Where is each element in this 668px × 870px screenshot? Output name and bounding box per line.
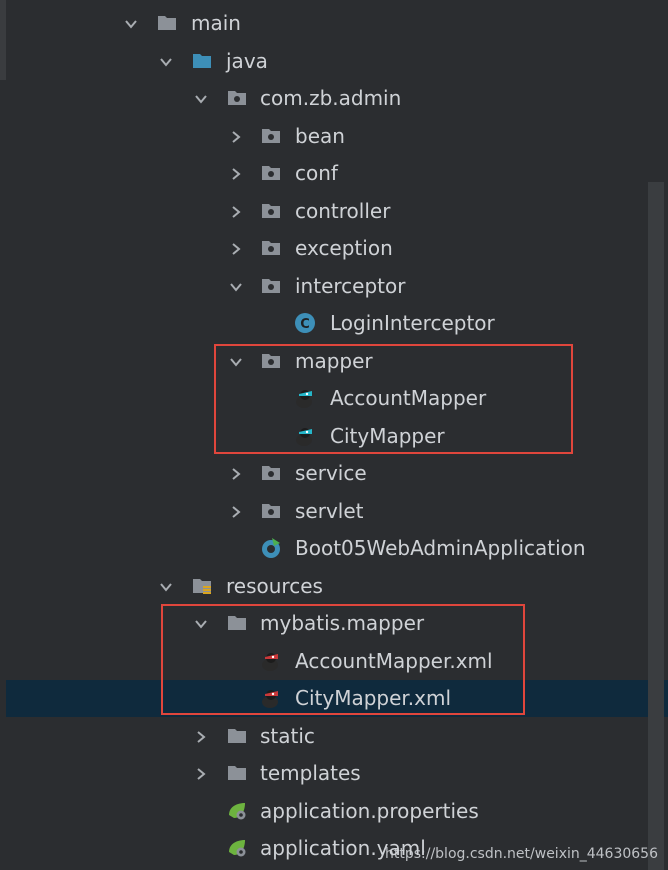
package-icon xyxy=(260,350,282,372)
tree-item-main[interactable]: main xyxy=(6,5,668,42)
tree-item-label: interceptor xyxy=(295,273,406,298)
mybatis-xml-icon xyxy=(260,650,282,672)
mybatis-mapper-icon xyxy=(294,387,316,409)
package-icon xyxy=(260,462,282,484)
package-icon xyxy=(260,237,282,259)
project-tree[interactable]: main java com.zb.admin bean conf controller ex… xyxy=(6,0,668,870)
tree-item-label: CityMapper.xml xyxy=(295,686,452,710)
tree-item-boot05webadminapplication[interactable]: Boot05WebAdminApplication xyxy=(6,530,668,567)
tree-item-label: main xyxy=(191,11,241,35)
tree-item-label: java xyxy=(226,48,268,73)
tree-item-label: CityMapper xyxy=(330,423,445,448)
chevron-right-icon[interactable] xyxy=(229,167,243,181)
chevron-right-icon[interactable] xyxy=(229,467,243,481)
spring-config-icon xyxy=(226,837,248,859)
tree-item-mybatis-mapper[interactable]: mybatis.mapper xyxy=(6,605,668,642)
tree-item-accountmapper-xml[interactable]: AccountMapper.xml xyxy=(6,643,668,680)
source-folder-icon xyxy=(191,50,213,72)
chevron-down-icon[interactable] xyxy=(159,55,173,69)
folder-icon xyxy=(226,762,248,784)
tree-item-label: com.zb.admin xyxy=(260,86,402,110)
chevron-down-icon[interactable] xyxy=(159,580,173,594)
chevron-down-icon[interactable] xyxy=(124,17,138,31)
tree-item-label: LoginInterceptor xyxy=(330,311,495,335)
tree-item-resources[interactable]: resources xyxy=(6,568,668,605)
tree-item-label: AccountMapper xyxy=(330,386,487,410)
resources-folder-icon xyxy=(191,575,213,597)
chevron-down-icon[interactable] xyxy=(229,355,243,369)
tree-item-label: service xyxy=(295,461,367,485)
package-icon xyxy=(260,200,282,222)
package-icon xyxy=(260,162,282,184)
tree-item-label: conf xyxy=(295,161,338,185)
package-icon xyxy=(260,500,282,522)
tree-item-label: mybatis.mapper xyxy=(260,611,425,635)
chevron-down-icon[interactable] xyxy=(194,92,208,106)
chevron-right-icon[interactable] xyxy=(194,767,208,781)
chevron-right-icon[interactable] xyxy=(229,242,243,256)
tree-item-label: servlet xyxy=(295,498,364,523)
watermark-text: https://blog.csdn.net/weixin_44630656 xyxy=(384,846,658,862)
tree-item-label: Boot05WebAdminApplication xyxy=(295,536,586,560)
tree-item-interceptor[interactable]: interceptor xyxy=(6,268,668,305)
tree-item-exception[interactable]: exception xyxy=(6,230,668,267)
tree-item-label: exception xyxy=(295,236,393,260)
folder-icon xyxy=(226,725,248,747)
tree-item-conf[interactable]: conf xyxy=(6,155,668,192)
tree-item-service[interactable]: service xyxy=(6,455,668,492)
tree-item-label: AccountMapper.xml xyxy=(295,648,493,673)
tree-item-label: mapper xyxy=(295,348,373,373)
tree-item-accountmapper[interactable]: AccountMapper xyxy=(6,380,668,417)
tree-item-java[interactable]: java xyxy=(6,43,668,80)
tree-item-templates[interactable]: templates xyxy=(6,755,668,792)
spring-config-icon xyxy=(226,800,248,822)
tree-item-label: resources xyxy=(226,573,323,598)
tree-item-label: static xyxy=(260,723,315,748)
package-icon xyxy=(226,87,248,109)
vertical-scrollbar[interactable] xyxy=(648,182,664,870)
java-class-icon: C xyxy=(294,312,316,334)
tree-item-mapper[interactable]: mapper xyxy=(6,343,668,380)
chevron-down-icon[interactable] xyxy=(194,617,208,631)
chevron-right-icon[interactable] xyxy=(229,130,243,144)
mybatis-xml-icon xyxy=(260,687,282,709)
tree-item-label: bean xyxy=(295,123,345,148)
tree-item-logininterceptor[interactable]: C LoginInterceptor xyxy=(6,305,668,342)
package-icon xyxy=(260,125,282,147)
tree-item-controller[interactable]: controller xyxy=(6,193,668,230)
tree-item-application-properties[interactable]: application.properties xyxy=(6,793,668,830)
tree-item-static[interactable]: static xyxy=(6,718,668,755)
tree-item-label: controller xyxy=(295,198,391,223)
spring-boot-app-icon xyxy=(260,537,282,559)
tree-item-citymapper[interactable]: CityMapper xyxy=(6,418,668,455)
tree-item-label: templates xyxy=(260,761,361,785)
tree-item-com-zb-admin[interactable]: com.zb.admin xyxy=(6,80,668,117)
tree-item-citymapper-xml[interactable]: CityMapper.xml xyxy=(6,680,668,717)
folder-icon xyxy=(226,612,248,634)
chevron-right-icon[interactable] xyxy=(194,730,208,744)
folder-icon xyxy=(156,12,178,34)
tree-item-servlet[interactable]: servlet xyxy=(6,493,668,530)
svg-text:C: C xyxy=(300,317,310,332)
tree-item-label: application.properties xyxy=(260,798,479,823)
chevron-right-icon[interactable] xyxy=(229,205,243,219)
mybatis-mapper-icon xyxy=(294,425,316,447)
chevron-down-icon[interactable] xyxy=(229,280,243,294)
tree-item-bean[interactable]: bean xyxy=(6,118,668,155)
chevron-right-icon[interactable] xyxy=(229,505,243,519)
package-icon xyxy=(260,275,282,297)
